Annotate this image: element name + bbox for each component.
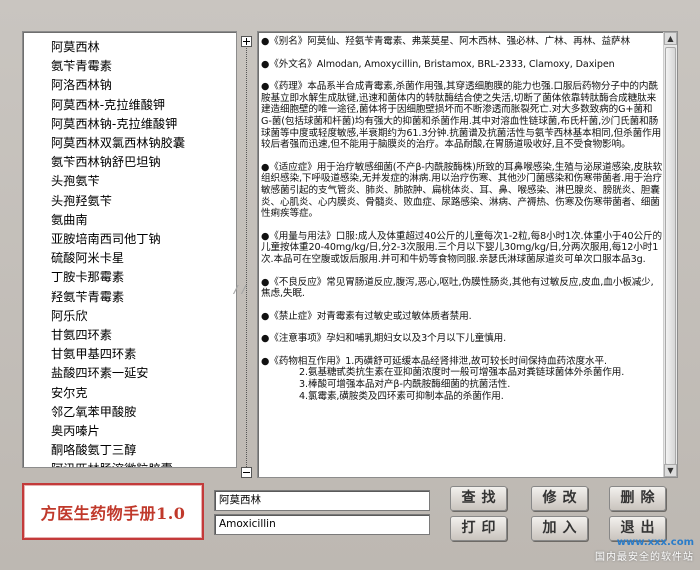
app-window: 阿莫西林 氨苄青霉素 阿洛西林钠 阿莫西林-克拉维酸钾 阿莫西林钠-克拉维酸钾 阿莫西林双… <box>0 0 700 570</box>
scroll-down-icon[interactable]: ▼ <box>664 464 677 477</box>
detail-alias: ●《别名》阿莫仙、羟氨苄青霉素、弗莱莫星、阿木西林、强必林、广林、再林、益萨林 <box>261 36 631 47</box>
drug-list-item[interactable]: 阿莫西林钠-克拉维酸钾 <box>51 115 236 134</box>
detail-adverse-reactions: ●《不良反应》常见胃肠道反应,腹泻,恶心,呕吐,伪膜性肠炎,其他有过敏反应,皮血… <box>261 276 654 300</box>
detail-interactions: ●《药物相互作用》1.丙磺舒可延缓本品经肾排泄,故可较长时间保持血药浓度水平. … <box>261 356 663 402</box>
interactions-line-4: 4.氯霉素,磺胺类及四环素可抑制本品的杀菌作用. <box>299 390 504 402</box>
drug-list-item[interactable]: 阿讯匹林肠溶微粒胶囊 <box>51 460 236 467</box>
drug-list-item[interactable]: 羟氨苄青霉素 <box>51 288 236 307</box>
center-watermark-mark: ∕ ∕ <box>234 283 246 296</box>
expand-box-icon[interactable] <box>241 36 252 47</box>
drug-list-item[interactable]: 邻乙氧苯甲酸胺 <box>51 403 236 422</box>
drug-list-item[interactable]: 阿莫西林-克拉维酸钾 <box>51 96 236 115</box>
drug-list-item[interactable]: 丁胺卡那霉素 <box>51 268 236 287</box>
detail-pharmacology: ●《药理》本品系半合成青霉素,杀菌作用强,其穿透细胞膜的能力也强.口服后药物分子… <box>261 81 662 151</box>
print-button[interactable]: 打印 <box>450 516 507 541</box>
drug-list-item[interactable]: 氨曲南 <box>51 211 236 230</box>
drug-list-item[interactable]: 阿莫西林双氯西林钠胶囊 <box>51 134 236 153</box>
drug-list[interactable]: 阿莫西林 氨苄青霉素 阿洛西林钠 阿莫西林-克拉维酸钾 阿莫西林钠-克拉维酸钾 阿莫西林双… <box>22 31 237 468</box>
chinese-name-input[interactable]: 阿莫西林 <box>214 490 430 511</box>
english-name-input[interactable]: Amoxicillin <box>214 514 430 535</box>
add-button[interactable]: 加入 <box>531 516 588 541</box>
drug-list-item[interactable]: 氨苄西林钠舒巴坦钠 <box>51 153 236 172</box>
interactions-line-2: 2.氨基糖甙类抗生素在亚抑菌浓度时一般可增强本品对粪链球菌体外杀菌作用. <box>299 367 625 379</box>
detail-indications: ●《适应症》用于治疗敏感细菌(不产β-内酰胺酶株)所致的耳鼻喉感染,生殖与泌尿道… <box>261 161 663 220</box>
drug-list-item[interactable]: 阿莫西林 <box>51 38 236 57</box>
drug-list-item[interactable]: 头孢氨苄 <box>51 172 236 191</box>
tree-connector <box>238 31 255 478</box>
interactions-line-3: 3.棒酸可增强本品对产β-内酰胺酶细菌的抗菌活性. <box>299 379 511 391</box>
detail-precautions: ●《注意事项》孕妇和哺乳期妇女以及3个月以下儿童慎用. <box>261 333 507 345</box>
interactions-line-1: ●《药物相互作用》1.丙磺舒可延缓本品经肾排泄,故可较长时间保持血药浓度水平. <box>261 355 607 367</box>
scroll-up-icon[interactable]: ▲ <box>664 32 677 45</box>
tree-line <box>246 37 247 467</box>
detail-scrollbar[interactable]: ▲ ▼ <box>663 32 677 477</box>
drug-list-item[interactable]: 硫酸阿米卡星 <box>51 249 236 268</box>
watermark-site: www.xxx.com <box>616 537 694 548</box>
drug-list-item[interactable]: 奥丙嗪片 <box>51 422 236 441</box>
drug-list-item[interactable]: 甘氨四环素 <box>51 326 236 345</box>
drug-list-item[interactable]: 亚胺培南西司他丁钠 <box>51 230 236 249</box>
delete-button[interactable]: 删除 <box>609 486 666 511</box>
drug-list-item[interactable]: 盐酸四环素一延安 <box>51 364 236 383</box>
detail-contraindications: ●《禁止症》对青霉素有过敏史或过敏体质者禁用. <box>261 310 472 322</box>
app-brand-title: 方医生药物手册1.0 <box>22 483 204 540</box>
detail-foreign-name: ●《外文名》Almodan, Amoxycillin, Bristamox, B… <box>261 58 615 70</box>
search-button[interactable]: 查找 <box>450 486 507 511</box>
drug-list-item[interactable]: 酮咯酸氨丁三醇 <box>51 441 236 460</box>
collapse-box-icon[interactable] <box>241 467 252 478</box>
site-watermark: www.xxx.com 国内最安全的软件站 <box>595 537 694 563</box>
drug-list-item[interactable]: 阿乐欣 <box>51 307 236 326</box>
drug-detail-text: ●《别名》阿莫仙、羟氨苄青霉素、弗莱莫星、阿木西林、强必林、广林、再林、益萨林 … <box>261 36 663 413</box>
drug-list-item[interactable]: 安尔克 <box>51 384 236 403</box>
drug-list-item[interactable]: 阿洛西林钠 <box>51 76 236 95</box>
detail-dosage: ●《用量与用法》口服:成人及体重超过40公斤的儿童每次1-2粒,每8小时1次.体… <box>261 230 662 265</box>
drug-list-item[interactable]: 氨苄青霉素 <box>51 57 236 76</box>
drug-list-item[interactable]: 头孢羟氨苄 <box>51 192 236 211</box>
scroll-thumb[interactable] <box>665 47 676 465</box>
drug-list-item[interactable]: 甘氨甲基四环素 <box>51 345 236 364</box>
watermark-slogan: 国内最安全的软件站 <box>595 552 694 563</box>
edit-button[interactable]: 修改 <box>531 486 588 511</box>
drug-detail-pane[interactable]: ●《别名》阿莫仙、羟氨苄青霉素、弗莱莫星、阿木西林、强必林、广林、再林、益萨林 … <box>257 31 678 478</box>
